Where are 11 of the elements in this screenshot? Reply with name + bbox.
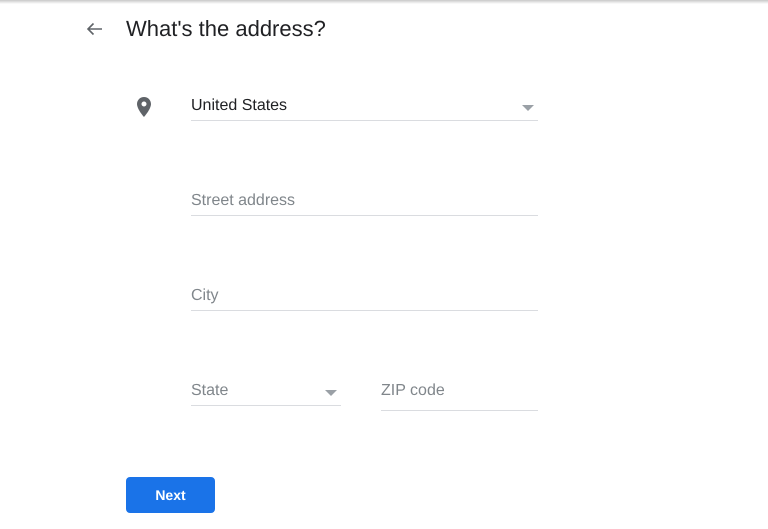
caret-icon bbox=[325, 390, 337, 396]
text-field[interactable]: City bbox=[191, 281, 538, 311]
location-pin-icon bbox=[137, 97, 151, 117]
dropdown-field[interactable]: United States bbox=[191, 91, 538, 121]
dropdown-field[interactable]: State bbox=[191, 376, 341, 406]
page-title: What's the address? bbox=[126, 16, 326, 42]
caret-icon bbox=[522, 104, 534, 110]
text-field[interactable]: ZIP code bbox=[381, 376, 538, 411]
next-button[interactable]: Next bbox=[126, 477, 215, 513]
back-arrow-icon[interactable] bbox=[86, 22, 103, 36]
text-field[interactable]: Street address bbox=[191, 186, 538, 216]
